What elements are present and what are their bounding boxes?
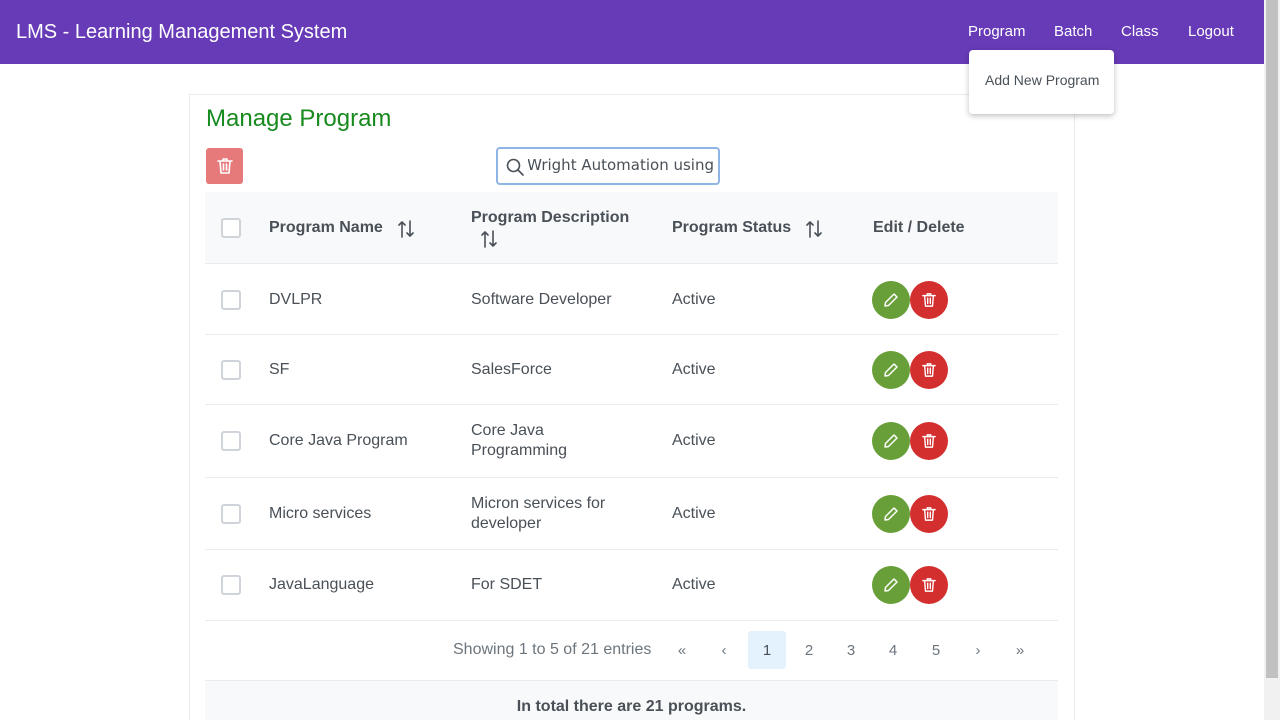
pencil-icon <box>884 578 898 592</box>
program-status: Active <box>672 291 716 308</box>
page-scrollbar[interactable] <box>1264 0 1280 720</box>
header-edit-delete: Edit / Delete <box>873 219 965 236</box>
program-name: DVLPR <box>269 291 323 308</box>
pencil-icon <box>884 507 898 521</box>
pencil-icon <box>884 434 898 448</box>
search-icon <box>506 158 524 176</box>
page-button-1[interactable]: 1 <box>748 631 786 669</box>
trash-icon <box>216 158 233 174</box>
search-input[interactable] <box>528 156 714 174</box>
add-new-program-menu-item[interactable]: Add New Program <box>985 72 1099 88</box>
sort-icon[interactable] <box>398 220 414 238</box>
program-status: Active <box>672 505 716 522</box>
program-description-line2: developer <box>471 515 542 532</box>
program-name: Core Java Program <box>269 432 408 449</box>
program-description: Software Developer <box>471 291 612 308</box>
delete-selected-button[interactable] <box>206 148 243 184</box>
table-header: Program Name Program Description Program… <box>205 192 1058 264</box>
trash-icon <box>922 363 936 377</box>
nav-class[interactable]: Class <box>1121 22 1159 42</box>
pencil-icon <box>884 363 898 377</box>
trash-icon <box>922 578 936 592</box>
table-footer: In total there are 21 programs. <box>205 680 1058 720</box>
table-row: JavaLanguage For SDET Active <box>205 550 1058 621</box>
header-program-name[interactable]: Program Name <box>269 218 383 238</box>
nav-program[interactable]: Program <box>968 22 1026 42</box>
page-button-4[interactable]: 4 <box>874 631 912 669</box>
app-title: LMS - Learning Management System <box>16 21 348 43</box>
row-checkbox[interactable] <box>221 290 241 310</box>
sort-icon[interactable] <box>806 220 822 238</box>
page-button-2[interactable]: 2 <box>790 631 828 669</box>
program-description: Core Java <box>471 422 544 439</box>
header-program-status[interactable]: Program Status <box>672 218 791 238</box>
row-checkbox[interactable] <box>221 504 241 524</box>
nav-logout[interactable]: Logout <box>1188 22 1234 42</box>
page-button-3[interactable]: 3 <box>832 631 870 669</box>
program-name: JavaLanguage <box>269 576 374 593</box>
page-title: Manage Program <box>206 105 392 132</box>
delete-button[interactable] <box>910 495 948 533</box>
program-status: Active <box>672 361 716 378</box>
program-dropdown-menu: Add New Program <box>969 50 1114 114</box>
sort-icon[interactable] <box>481 230 497 248</box>
program-description: SalesForce <box>471 361 552 378</box>
program-status: Active <box>672 576 716 593</box>
paginator: Showing 1 to 5 of 21 entries « ‹ 1 2 3 4… <box>205 621 1058 679</box>
last-page-button[interactable]: » <box>1001 631 1039 669</box>
trash-icon <box>922 293 936 307</box>
edit-button[interactable] <box>872 495 910 533</box>
scrollbar-thumb[interactable] <box>1266 0 1278 678</box>
table-row: Micro services Micron services for devel… <box>205 478 1058 550</box>
pencil-icon <box>884 293 898 307</box>
program-name: Micro services <box>269 505 372 522</box>
program-name: SF <box>269 361 290 378</box>
select-all-checkbox[interactable] <box>221 218 241 238</box>
trash-icon <box>922 434 936 448</box>
delete-button[interactable] <box>910 281 948 319</box>
program-description-line2: Programming <box>471 442 568 459</box>
search-box[interactable] <box>496 147 720 185</box>
edit-button[interactable] <box>872 281 910 319</box>
delete-button[interactable] <box>910 351 948 389</box>
table-row: SF SalesForce Active <box>205 335 1058 405</box>
first-page-button[interactable]: « <box>663 631 701 669</box>
row-checkbox[interactable] <box>221 575 241 595</box>
total-programs-text: In total there are 21 programs. <box>516 698 747 715</box>
header-program-description[interactable]: Program Description <box>471 208 629 228</box>
table-row: Core Java Program Core Java Programming … <box>205 405 1058 478</box>
edit-button[interactable] <box>872 422 910 460</box>
nav-batch[interactable]: Batch <box>1054 22 1092 42</box>
next-page-button[interactable]: › <box>959 631 997 669</box>
row-checkbox[interactable] <box>221 431 241 451</box>
program-description: For SDET <box>471 576 543 593</box>
program-description: Micron services for <box>471 495 606 512</box>
edit-button[interactable] <box>872 351 910 389</box>
edit-button[interactable] <box>872 566 910 604</box>
delete-button[interactable] <box>910 566 948 604</box>
page-button-5[interactable]: 5 <box>917 631 955 669</box>
showing-entries: Showing 1 to 5 of 21 entries <box>453 641 652 658</box>
table-row: DVLPR Software Developer Active <box>205 265 1058 335</box>
row-checkbox[interactable] <box>221 360 241 380</box>
prev-page-button[interactable]: ‹ <box>705 631 743 669</box>
trash-icon <box>922 507 936 521</box>
delete-button[interactable] <box>910 422 948 460</box>
program-status: Active <box>672 432 716 449</box>
